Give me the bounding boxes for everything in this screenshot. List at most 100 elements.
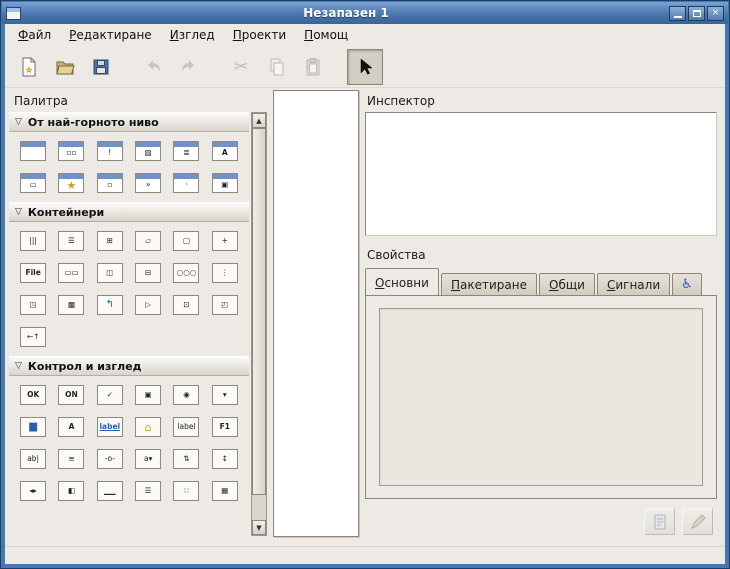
palette-item-image[interactable]: ⌂ [135, 417, 161, 437]
palette-item-scrolled-window[interactable]: ◳ [20, 295, 46, 315]
palette-scrollbar[interactable]: ▲ ▼ [251, 112, 267, 536]
palette-item-progress-bar[interactable]: ◧ [58, 481, 84, 501]
palette-item-stock-button[interactable]: ▆ [20, 417, 46, 437]
palette-section-toplevel-header[interactable]: ▽ От най-горното ниво [9, 112, 249, 132]
palette-item-entry[interactable]: ab| [20, 449, 46, 469]
minimize-button[interactable] [669, 6, 686, 21]
palette-item-list[interactable]: ☰ [135, 481, 161, 501]
palette-item-fixed[interactable]: + [212, 231, 238, 251]
palette-item-accelerator[interactable]: F1 [212, 417, 238, 437]
palette-item-splash-screen[interactable]: · [173, 173, 199, 193]
palette-item-socket[interactable]: ▣ [212, 173, 238, 193]
arrow-up-icon: ▲ [256, 117, 261, 125]
palette-item-aspect-frame[interactable]: ◰ [212, 295, 238, 315]
maximize-icon [693, 10, 701, 17]
palette-item-alignment[interactable]: ←↑ [20, 327, 46, 347]
palette-item-toggle-button[interactable]: ON [58, 385, 84, 405]
palette-item-plug[interactable]: ▫ [97, 173, 123, 193]
palette-item-file-selection-dialog[interactable]: ≣ [173, 141, 199, 161]
palette-item-vpaned[interactable]: ⊟ [135, 263, 161, 283]
open-folder-icon [54, 56, 76, 78]
palette-item-icon-view[interactable]: ∷ [173, 481, 199, 501]
palette-item-label[interactable]: label [173, 417, 199, 437]
palette-item-vbuttonbox[interactable]: ⋮ [212, 263, 238, 283]
palette-item-color-selection-dialog[interactable]: ▨ [135, 141, 161, 161]
titlebar[interactable]: Незапазен 1 × [2, 2, 728, 24]
toolbar: ✂ [5, 46, 725, 88]
selector-button[interactable] [347, 49, 383, 85]
palette-item-vbox[interactable]: ☰ [58, 231, 84, 251]
open-button[interactable] [47, 49, 83, 85]
menu-file[interactable]: Файл [9, 25, 60, 45]
menu-help[interactable]: Помощ [295, 25, 357, 45]
menu-view[interactable]: Изглед [161, 25, 224, 45]
palette-item-message-dialog[interactable]: ! [97, 141, 123, 161]
scroll-down-button[interactable]: ▼ [252, 520, 266, 535]
palette-item-accel-label[interactable]: A [58, 417, 84, 437]
document-icon [651, 513, 669, 531]
palette-item-input-dialog[interactable]: ▭ [20, 173, 46, 193]
palette-item-link-label[interactable]: label [97, 417, 123, 437]
palette-item-statusbar[interactable]: ▁▁ [97, 481, 123, 501]
palette-item-button[interactable]: OK [20, 385, 46, 405]
palette-item-layout[interactable]: ▩ [58, 295, 84, 315]
palette-item-combo-box[interactable]: ▾ [212, 385, 238, 405]
palette-grid-containers: ||| ☰ ⊞ ▱ ▢ + File ▭▭ ◫ ⊟ ○○○ ⋮ ◳ ▩ ↰ ▷ … [9, 222, 249, 356]
palette-item-hscale[interactable]: -o- [97, 449, 123, 469]
palette-item-option-menu[interactable]: ▣ [135, 385, 161, 405]
menu-edit[interactable]: Редактиране [60, 25, 161, 45]
palette-item-about-dialog[interactable]: ★ [58, 173, 84, 193]
scroll-up-button[interactable]: ▲ [252, 113, 266, 128]
close-button[interactable]: × [707, 6, 724, 21]
tab-common[interactable]: Общи [539, 273, 595, 296]
palette-item-window[interactable] [20, 141, 46, 161]
palette-item-text-view[interactable]: ≡ [58, 449, 84, 469]
tab-accessibility[interactable]: ♿ [672, 273, 702, 296]
palette-item-handle-box[interactable]: ↰ [97, 295, 123, 315]
palette-item-frame[interactable]: ▢ [173, 231, 199, 251]
palette-item-dialog[interactable]: ▫▫ [58, 141, 84, 161]
palette-item-radio-button[interactable]: ◉ [173, 385, 199, 405]
palette-item-toolbar[interactable]: ○○○ [173, 263, 199, 283]
palette-item-hbox[interactable]: ||| [20, 231, 46, 251]
statusbar [5, 546, 725, 564]
properties-title: Свойства [367, 248, 426, 262]
palette-item-menubar[interactable]: File [20, 263, 46, 283]
palette-item-vscale[interactable]: ↕ [212, 449, 238, 469]
minimize-icon [674, 16, 682, 18]
scrollbar-thumb[interactable] [252, 128, 266, 495]
new-button[interactable] [11, 49, 47, 85]
arrow-down-icon: ▼ [256, 524, 261, 532]
paste-clipboard-icon [302, 56, 324, 78]
palette-section-controls-header[interactable]: ▽ Контрол и изглед [9, 356, 249, 376]
palette-item-hscrollbar[interactable]: ◂▸ [20, 481, 46, 501]
tab-packing[interactable]: Пакетиране [441, 273, 537, 296]
palette-item-check-button[interactable]: ✓ [97, 385, 123, 405]
tab-general[interactable]: Основни [365, 268, 439, 296]
redo-button [171, 49, 207, 85]
inspector-tree[interactable] [365, 112, 717, 236]
inspector-title: Инспектор [367, 94, 435, 108]
palette-item-viewport[interactable]: ⊡ [173, 295, 199, 315]
tab-signals[interactable]: Сигнали [597, 273, 670, 296]
palette-item-font-selection-dialog[interactable]: A [212, 141, 238, 161]
palette-item-hpaned[interactable]: ◫ [97, 263, 123, 283]
menu-projects[interactable]: Проекти [224, 25, 295, 45]
palette-section-containers-header[interactable]: ▽ Контейнери [9, 202, 249, 222]
palette-item-spin-button[interactable]: ⇅ [173, 449, 199, 469]
maximize-button[interactable] [688, 6, 705, 21]
section-label: Контрол и изглед [28, 360, 142, 373]
palette-item-tree-view[interactable]: ▦ [212, 481, 238, 501]
palette-item-notebook[interactable]: ▱ [135, 231, 161, 251]
palette-item-arrow[interactable]: ▷ [135, 295, 161, 315]
palette-item-assistant[interactable]: » [135, 173, 161, 193]
palette-item-combo-box-entry[interactable]: a▾ [135, 449, 161, 469]
design-canvas[interactable] [273, 90, 359, 537]
properties-empty-area [379, 308, 703, 486]
paste-button [295, 49, 331, 85]
palette-item-table[interactable]: ⊞ [97, 231, 123, 251]
palette-item-hbuttonbox[interactable]: ▭▭ [58, 263, 84, 283]
properties-doc-button [644, 508, 675, 535]
selector-arrow-icon [354, 56, 376, 78]
save-button[interactable] [83, 49, 119, 85]
